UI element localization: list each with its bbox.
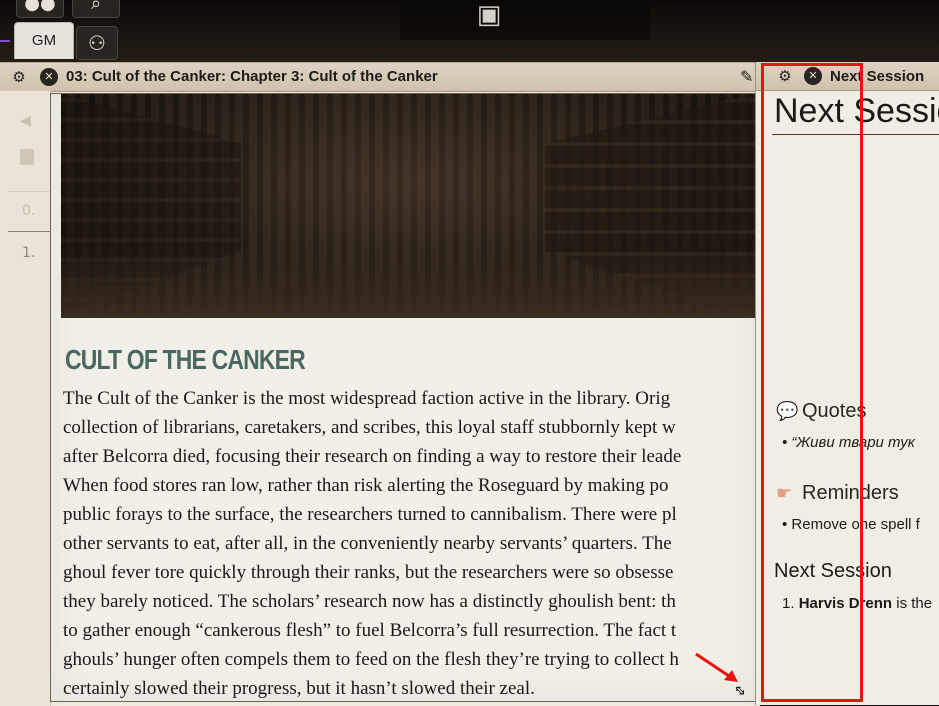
quote-text: “Живи твари тук (791, 434, 915, 451)
collapse-arrow-icon[interactable]: ◀ (20, 113, 31, 129)
notes-page-title: Next Sessio (774, 92, 939, 130)
zoom-tool-button[interactable]: ⌕ (72, 0, 120, 18)
bullet-icon: • (782, 434, 792, 451)
sidebar-divider (8, 191, 50, 192)
library-image (61, 94, 755, 318)
gear-icon[interactable]: ⚙ (776, 67, 794, 85)
body-text: The Cult of the Canker is the most wides… (63, 384, 755, 701)
players-button[interactable]: ⚇ (76, 26, 118, 60)
body-line: ghouls’ hunger often compels them to fee… (63, 649, 679, 670)
journal-window: ⚙ ✕ 03: Cult of the Canker: Chapter 3: C… (0, 62, 760, 706)
body-line: The Cult of the Canker is the most wides… (63, 388, 671, 409)
list-item: • Remove one spell f (782, 516, 920, 533)
players-icon: ⚇ (88, 31, 106, 55)
npc-name: Harvis Drenn (798, 595, 893, 612)
list-item: • “Живи твари тук (782, 434, 915, 451)
body-line: other servants to eat, after all, in the… (63, 533, 672, 554)
title-underline (772, 134, 939, 135)
list-number: 1. (782, 595, 795, 612)
list-item: 1. Harvis Drenn is the (782, 595, 932, 612)
list-item-text: is the (892, 595, 933, 612)
section-heading: CULT OF THE CANKER (65, 344, 306, 375)
next-session-heading: Next Session (774, 560, 892, 582)
body-line: When food stores ran low, rather than ri… (63, 475, 669, 496)
body-line: public forays to the surface, the resear… (63, 504, 677, 525)
bullet-icon: • (782, 516, 792, 533)
gear-icon[interactable]: ⚙ (10, 68, 28, 86)
reminders-heading: ☛ Reminders (776, 482, 899, 505)
gm-tab[interactable]: GM (14, 22, 74, 59)
library-floor (61, 248, 755, 318)
edit-icon[interactable]: ✎ (740, 67, 753, 86)
close-icon[interactable]: ✕ (804, 67, 822, 85)
connection-indicator (0, 40, 10, 42)
body-line: they barely noticed. The scholars’ resea… (63, 591, 676, 612)
journal-header: ⚙ ✕ 03: Cult of the Canker: Chapter 3: C… (0, 63, 760, 92)
magnifier-icon: ⌕ (90, 0, 102, 14)
pointing-hand-icon: ☛ (776, 483, 793, 503)
canvas-dark-area (400, 0, 650, 40)
body-line: after Belcorra died, focusing their rese… (63, 446, 682, 467)
close-icon[interactable]: ✕ (40, 68, 58, 86)
film-icon[interactable]: ▣ (468, 0, 510, 30)
notes-window-title: Next Session (830, 68, 925, 85)
journal-page: CULT OF THE CANKER The Cult of the Canke… (50, 93, 756, 702)
notes-header: ⚙ ✕ Next Session (756, 62, 939, 91)
speech-bubble-icon: 💬 (776, 401, 799, 421)
sidebar-item-0[interactable]: 0. (22, 203, 35, 219)
notes-window: ⚙ ✕ Next Session Next Sessio 💬 Quotes • “… (755, 62, 939, 705)
dice-tool-button[interactable]: ●● (16, 0, 64, 18)
body-line: to gather enough “cankerous flesh” to fu… (63, 620, 677, 641)
sidebar-item-1[interactable]: 1. (22, 245, 35, 261)
quotes-heading-label: Quotes (802, 400, 867, 422)
journal-sidebar: ◀ 0. 1. (0, 91, 51, 706)
reminder-text: Remove one spell f (791, 516, 920, 533)
body-line: ghoul fever tore quickly through their r… (63, 562, 674, 583)
journal-title: 03: Cult of the Canker: Chapter 3: Cult … (66, 68, 438, 85)
body-line: collection of librarians, caretakers, an… (63, 417, 676, 438)
sidebar-divider (8, 231, 50, 232)
reminders-heading-label: Reminders (802, 482, 899, 504)
page-icon[interactable] (20, 149, 34, 165)
quotes-heading: 💬 Quotes (776, 400, 866, 423)
dice-icon: ●● (24, 0, 56, 14)
body-line: certainly slowed their progress, but it … (63, 678, 535, 699)
